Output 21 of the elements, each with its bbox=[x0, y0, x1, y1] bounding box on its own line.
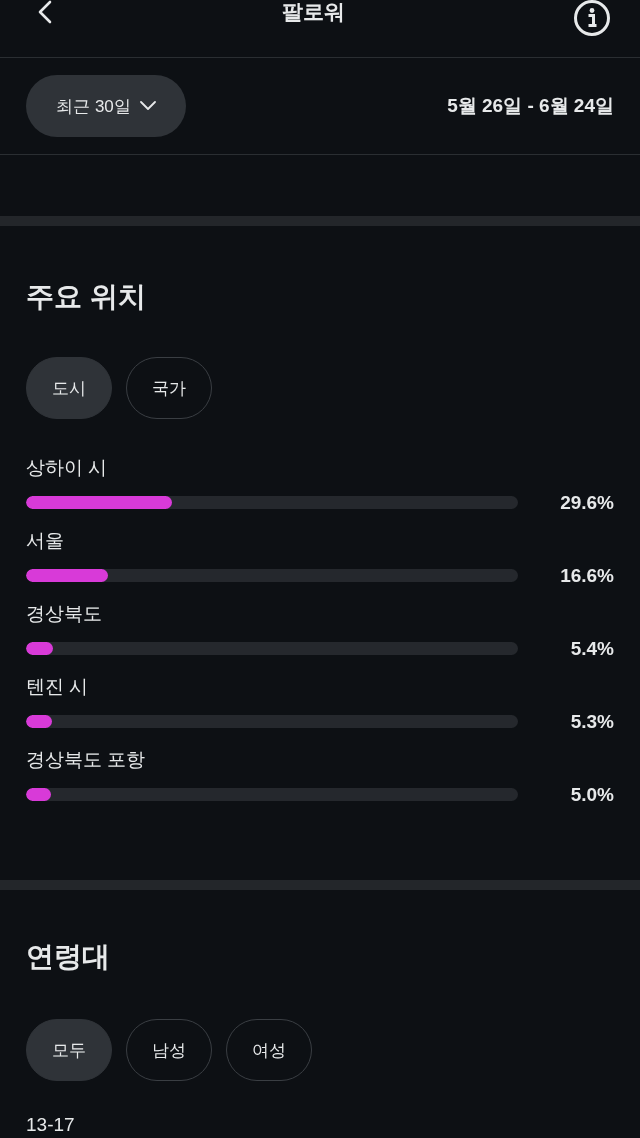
page-title: 팔로워 bbox=[281, 0, 345, 24]
caret-icon bbox=[139, 101, 156, 111]
percentage-value: 29.6% bbox=[560, 490, 614, 515]
filter-tab[interactable]: 도시 bbox=[26, 357, 112, 419]
percentage-value: 5.3% bbox=[570, 709, 614, 734]
location-name: 상하이 시 bbox=[26, 456, 109, 480]
percentage-value: 16.6% bbox=[560, 563, 614, 588]
location-name: 텐진 시 bbox=[26, 675, 90, 699]
location-name: 경상북도 포항 bbox=[26, 748, 147, 772]
location-name: 경상북도 bbox=[26, 602, 103, 626]
location-name: 서울 bbox=[26, 529, 65, 553]
date-range: 5월 26일 - 6월 24일 bbox=[447, 94, 614, 118]
percentage-value: 5.0% bbox=[570, 782, 614, 807]
period-dropdown[interactable]: 최근 30일 bbox=[26, 75, 186, 137]
section-title: 주요 위치 bbox=[26, 281, 147, 313]
section-title: 연령대 bbox=[26, 941, 111, 973]
info-icon[interactable] bbox=[574, 0, 610, 36]
percentage-value: 5.4% bbox=[570, 636, 614, 661]
age-range-label: 13-17 bbox=[26, 1115, 76, 1135]
filter-tab[interactable]: 모두 bbox=[26, 1019, 112, 1081]
back-icon[interactable] bbox=[38, 0, 52, 24]
